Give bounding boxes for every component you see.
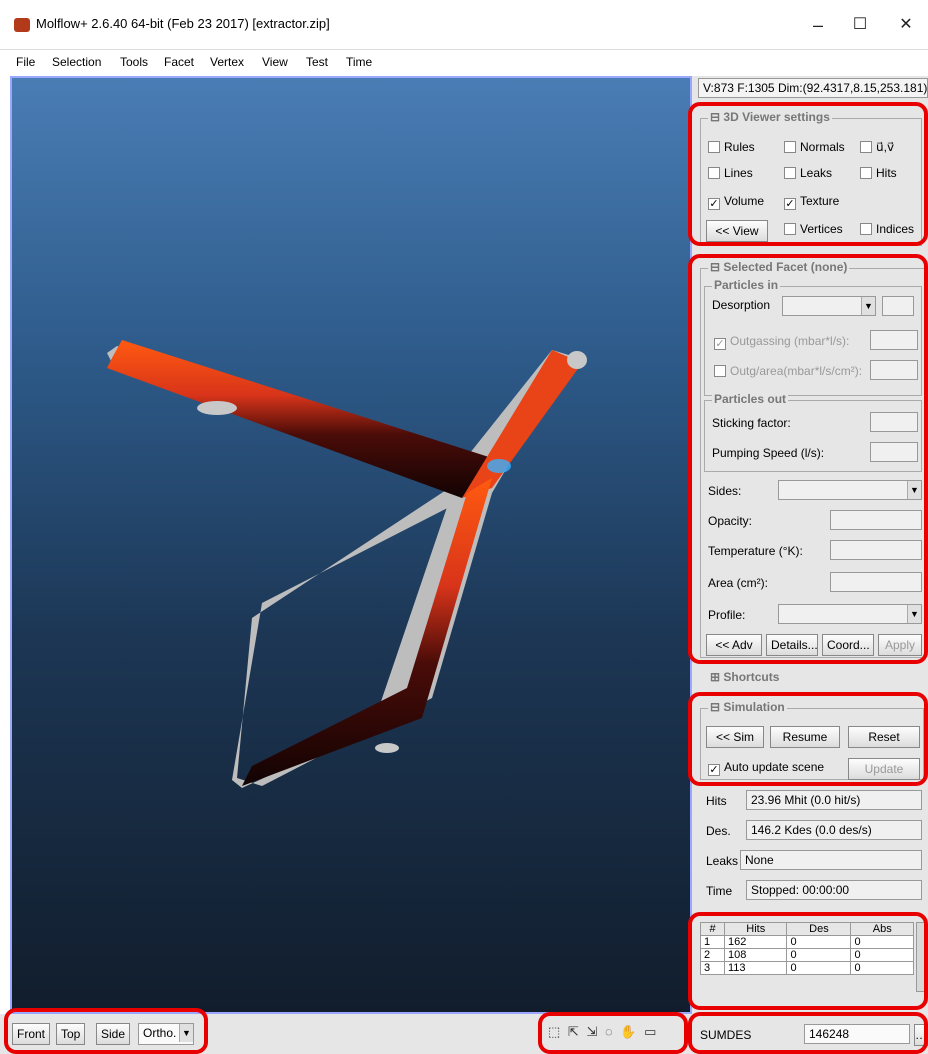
menu-vertex[interactable]: Vertex — [210, 55, 244, 69]
window-title: Molflow+ 2.6.40 64-bit (Feb 23 2017) [ex… — [36, 16, 330, 31]
annotation-highlight — [688, 254, 928, 664]
menu-tools[interactable]: Tools — [120, 55, 148, 69]
close-button[interactable]: ✕ — [884, 10, 928, 40]
time-label: Time — [706, 884, 733, 898]
menu-time[interactable]: Time — [346, 55, 372, 69]
shortcuts-title[interactable]: ⊞ Shortcuts — [708, 670, 782, 684]
hits-value: 23.96 Mhit (0.0 hit/s) — [746, 790, 922, 810]
menu-selection[interactable]: Selection — [52, 55, 101, 69]
des-value: 146.2 Kdes (0.0 des/s) — [746, 820, 922, 840]
leaks-label: Leaks — [706, 854, 739, 868]
3d-viewer[interactable] — [10, 76, 692, 1014]
menu-test[interactable]: Test — [306, 55, 328, 69]
menu-file[interactable]: File — [16, 55, 35, 69]
leaks-value: None — [740, 850, 922, 870]
hits-label: Hits — [706, 794, 727, 808]
menu-view[interactable]: View — [262, 55, 288, 69]
annotation-highlight — [688, 912, 928, 1010]
annotation-highlight — [538, 1012, 688, 1054]
3d-model-render — [107, 340, 587, 788]
menu-facet[interactable]: Facet — [164, 55, 194, 69]
title-bar: Molflow+ 2.6.40 64-bit (Feb 23 2017) [ex… — [0, 0, 928, 50]
maximize-button[interactable]: ☐ — [838, 10, 882, 40]
des-label: Des. — [706, 824, 731, 838]
geometry-info: V:873 F:1305 Dim:(92.4317,8.15,253.181) … — [698, 78, 928, 98]
annotation-highlight — [4, 1008, 208, 1054]
app-icon — [14, 18, 30, 32]
annotation-highlight — [688, 102, 928, 246]
menu-bar: File Selection Tools Facet Vertex View T… — [0, 52, 928, 74]
annotation-highlight — [688, 692, 928, 786]
time-value: Stopped: 00:00:00 — [746, 880, 922, 900]
minimize-button[interactable]: – — [796, 10, 840, 40]
annotation-highlight — [688, 1012, 928, 1054]
